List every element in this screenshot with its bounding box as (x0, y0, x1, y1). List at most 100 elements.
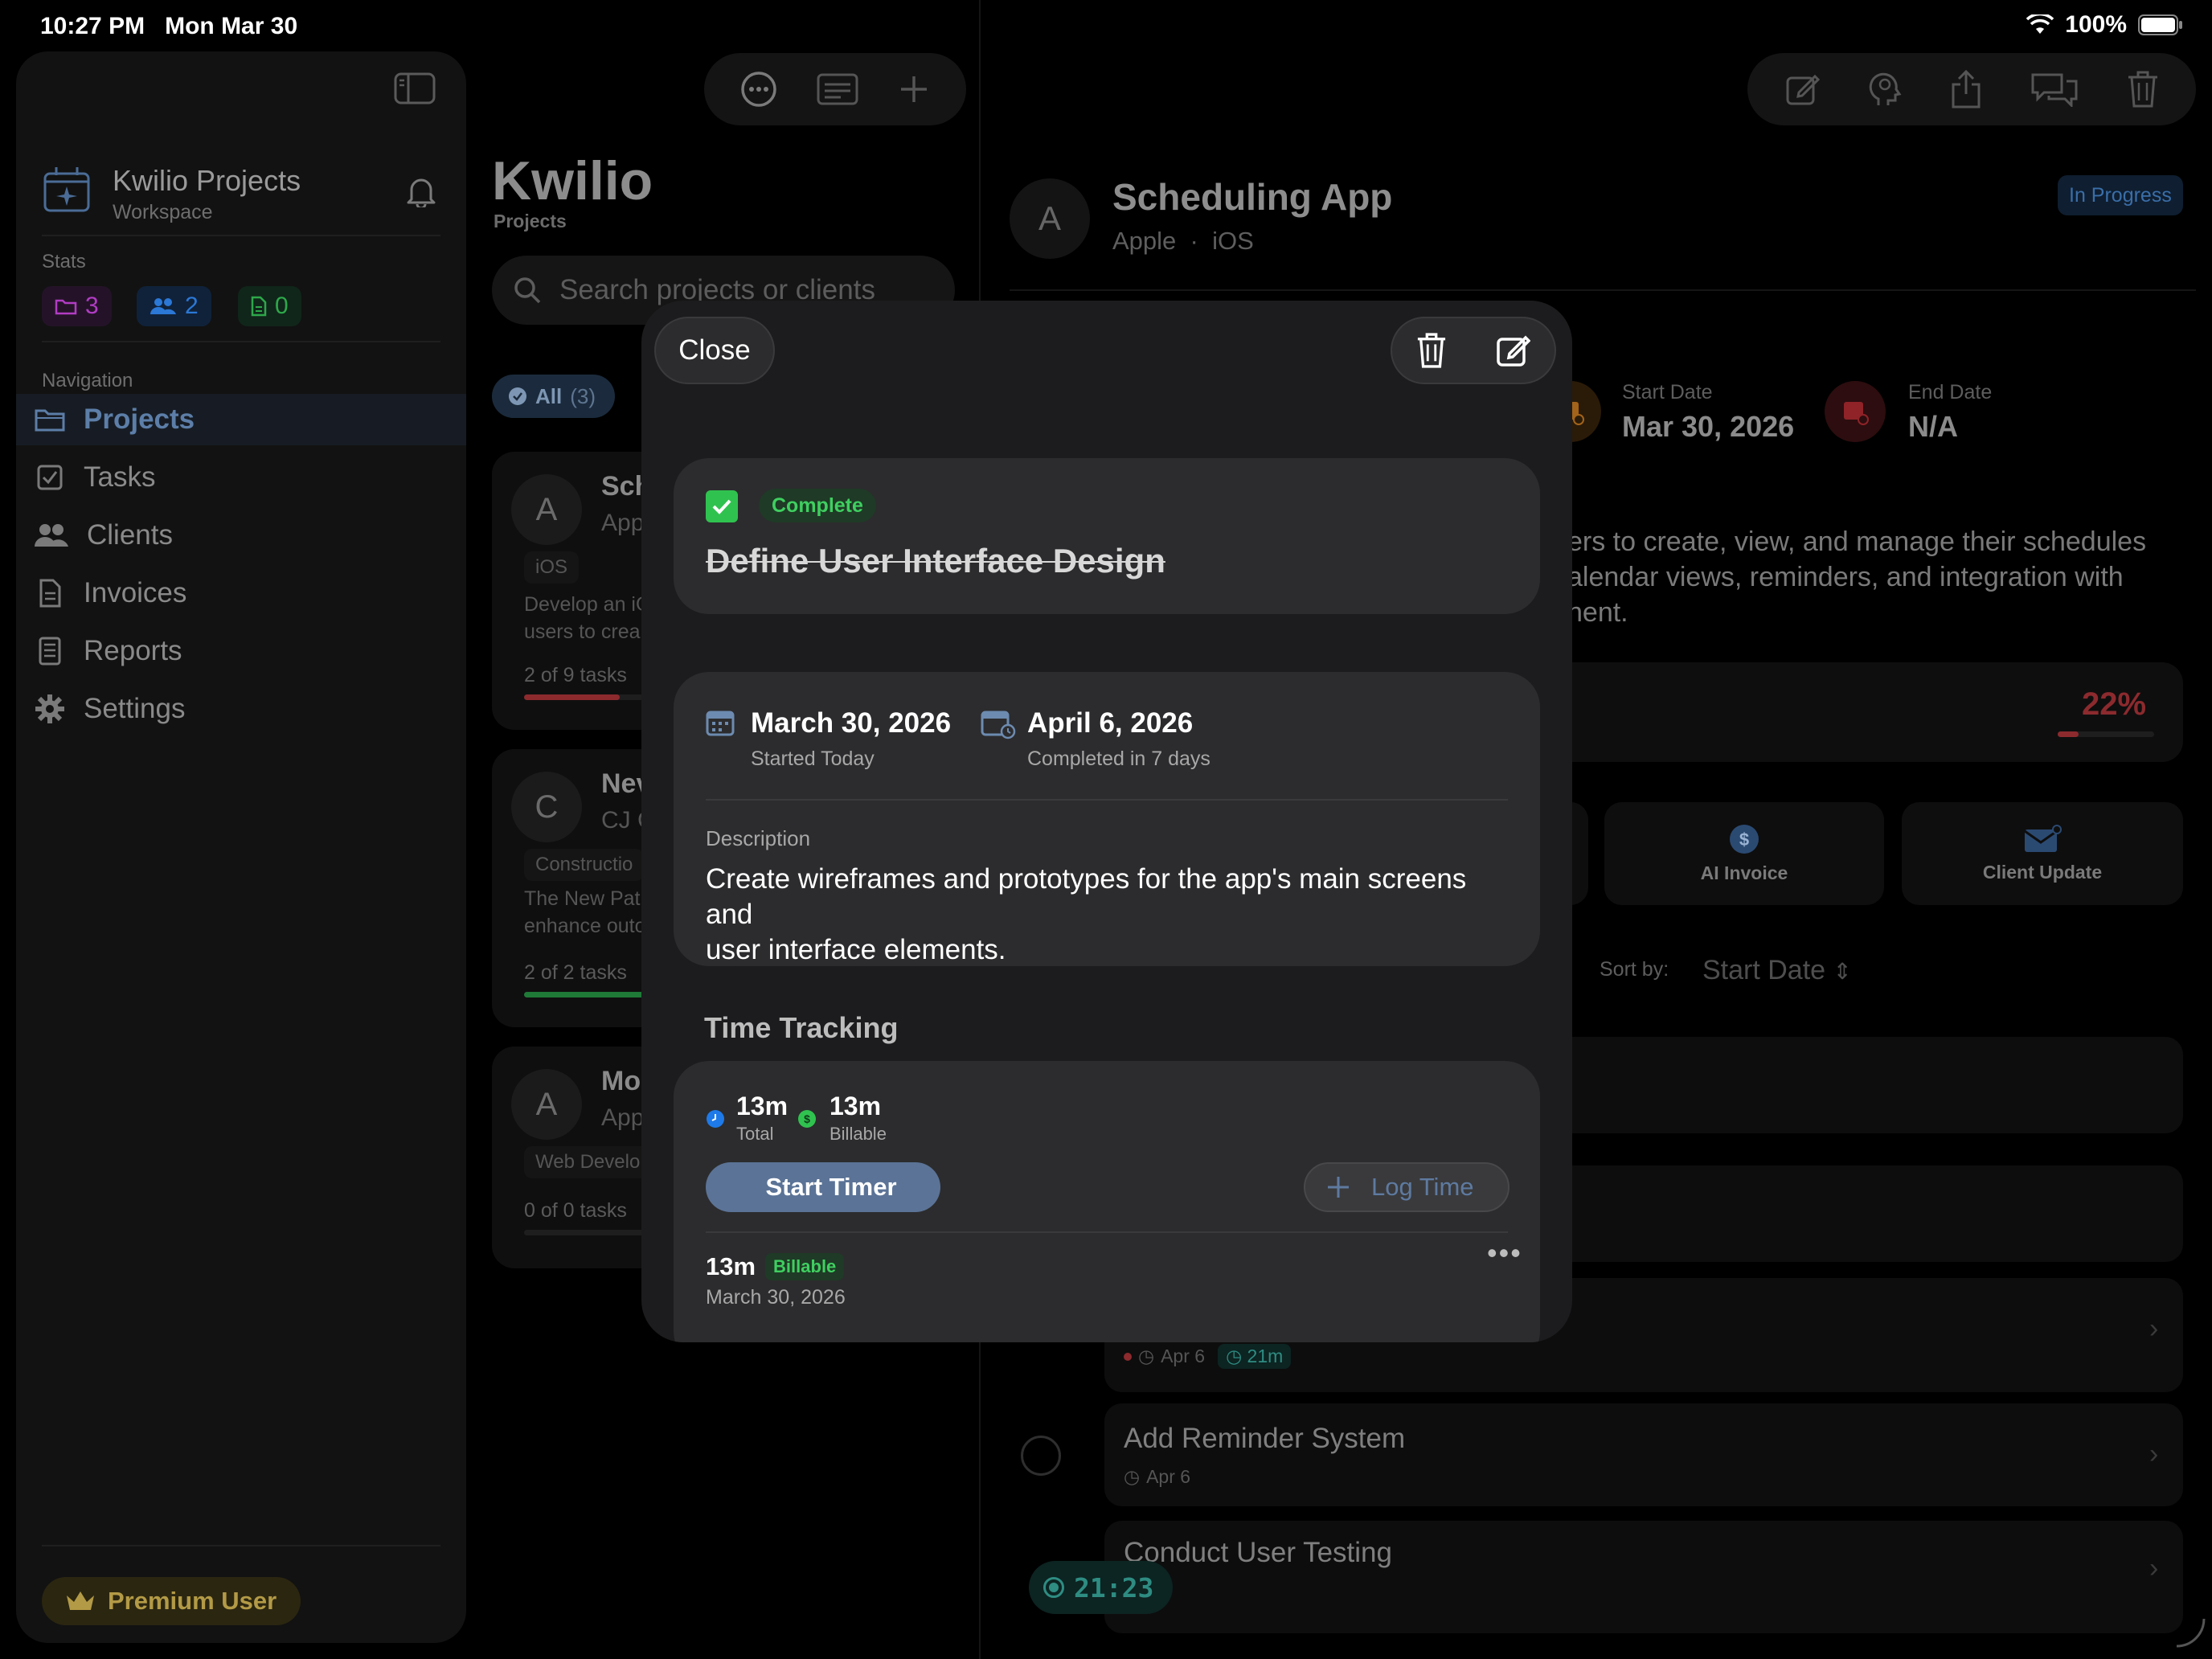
task-checkbox[interactable] (1021, 1436, 1061, 1476)
progress-percent: 22% (2082, 686, 2147, 722)
dollar-icon: $ (797, 1109, 817, 1129)
sidebar-item-tasks[interactable]: Tasks (16, 452, 466, 503)
filter-all-chip[interactable]: All (3) (492, 375, 616, 418)
description-text: Create wireframes and prototypes for the… (706, 863, 1467, 965)
task-name: Add Reminder System (1124, 1423, 1406, 1454)
project-description: Develop an iO users to crea (524, 593, 652, 643)
sidebar-item-invoices[interactable]: Invoices (16, 567, 466, 619)
modal-actions (1391, 317, 1556, 384)
sidebar-toggle-icon (394, 72, 436, 104)
sort-by-selector[interactable]: Start Date ⇕ (1702, 955, 1852, 986)
sidebar-divider (42, 341, 440, 342)
list-view-button[interactable] (817, 73, 858, 105)
project-tag: Constructio (524, 849, 645, 881)
project-toolbar (1747, 53, 2196, 125)
start-calendar-icon (706, 709, 735, 736)
client-update-button[interactable]: Client Update (1902, 802, 2183, 905)
log-time-button[interactable]: Log Time (1304, 1162, 1509, 1212)
folder-icon (55, 299, 77, 315)
task-row[interactable]: Add Reminder System ◷ Apr 6 › (1104, 1403, 2183, 1506)
task-row[interactable]: Conduct User Testing 6 › (1104, 1521, 2183, 1633)
start-date-label: Start Date (1622, 381, 1713, 403)
end-calendar-icon (981, 709, 1016, 739)
plus-icon (901, 76, 928, 102)
chevron-updown-icon: ⇕ (1833, 959, 1852, 984)
premium-user-badge[interactable]: Premium User (42, 1577, 301, 1625)
time-entry-more-button[interactable]: ••• (1487, 1236, 1522, 1270)
share-button[interactable] (1950, 70, 1982, 109)
plus-icon (1328, 1177, 1349, 1198)
billable-time-value: 13m (830, 1092, 882, 1120)
divider (706, 1231, 1508, 1233)
avatar: A (511, 474, 582, 545)
start-date-value: Mar 30, 2026 (1622, 410, 1795, 443)
resize-handle-icon[interactable] (2173, 1616, 2206, 1648)
recording-dot-icon (1043, 1577, 1064, 1598)
ai-assist-button[interactable] (1867, 70, 1903, 109)
sidebar-item-settings[interactable]: Settings (16, 683, 466, 735)
chevron-right-icon: › (2149, 1313, 2159, 1344)
project-description: ers to create, view, and manage their sc… (1567, 526, 2147, 628)
add-project-button[interactable] (898, 73, 930, 105)
sort-by-label: Sort by: (1600, 958, 1669, 981)
start-date-value: March 30, 2026 (751, 707, 952, 739)
sidebar-item-reports[interactable]: Reports (16, 625, 466, 677)
divider (1010, 289, 2196, 291)
messages-button[interactable] (2030, 72, 2079, 107)
svg-text:$: $ (1739, 830, 1749, 850)
project-task-count: 0 of 0 tasks (524, 1199, 627, 1222)
document-icon (39, 579, 61, 608)
mail-icon (2024, 824, 2062, 852)
share-icon (1952, 70, 1981, 109)
billable-badge: Billable (765, 1253, 845, 1280)
calendar-alert-icon (1844, 402, 1869, 425)
gear-icon (35, 694, 64, 723)
sidebar-item-projects[interactable]: Projects (16, 394, 466, 445)
workspace-logo-icon (42, 164, 92, 214)
task-meta: ◷ Apr 6 (1124, 1466, 1191, 1487)
folder-icon (35, 409, 65, 432)
time-chip: ◷ 21m (1218, 1344, 1292, 1369)
delete-project-button[interactable] (2127, 70, 2159, 109)
start-timer-button[interactable]: Start Timer (706, 1162, 940, 1212)
wifi-icon (2026, 14, 2054, 34)
end-date-icon (1825, 381, 1886, 442)
workspace-subtitle: Workspace (113, 201, 213, 223)
chevron-right-icon: › (2149, 1439, 2159, 1469)
task-detail-modal: Close Complete Define User Interface Des… (641, 301, 1572, 1342)
avatar: C (511, 772, 582, 842)
time-entry[interactable]: 13m Billable (706, 1252, 845, 1281)
chat-bubbles-icon (2031, 73, 2078, 107)
clock-icon: ◷ (1124, 1466, 1141, 1487)
brain-head-icon (1869, 72, 1902, 105)
task-complete-checkbox[interactable] (706, 490, 738, 522)
end-date-label: End Date (1908, 381, 1993, 403)
project-tag: iOS (524, 551, 580, 584)
close-button[interactable]: Close (654, 317, 775, 384)
edit-project-button[interactable] (1784, 72, 1820, 107)
clock-icon (706, 1109, 725, 1129)
notifications-button[interactable] (407, 175, 436, 207)
project-subtitle: Apple · iOS (1112, 227, 1254, 255)
chevron-right-icon: › (2149, 1553, 2159, 1583)
report-icon (39, 637, 61, 666)
status-bar-indicators: 100% (2026, 11, 2183, 39)
page-title: Kwilio (492, 150, 653, 211)
edit-task-button[interactable] (1495, 333, 1530, 368)
total-time-value: 13m (736, 1092, 789, 1120)
avatar: A (511, 1069, 582, 1140)
project-title: Scheduling App (1112, 176, 1393, 218)
progress-bar (2058, 731, 2154, 737)
sidebar-divider (42, 1545, 440, 1546)
compose-icon (1786, 74, 1820, 105)
delete-task-button[interactable] (1416, 332, 1447, 369)
stat-projects: 3 (42, 286, 112, 326)
sidebar-toggle-button[interactable] (394, 72, 436, 104)
more-options-button[interactable] (740, 71, 777, 108)
ai-invoice-button[interactable]: $ AI Invoice (1604, 802, 1884, 905)
checkmark-circle-icon (509, 387, 526, 405)
middle-toolbar (704, 53, 966, 125)
trash-icon (1417, 333, 1446, 368)
sidebar-item-clients[interactable]: Clients (16, 510, 466, 561)
running-timer-pill[interactable]: 21:23 (1029, 1561, 1174, 1614)
